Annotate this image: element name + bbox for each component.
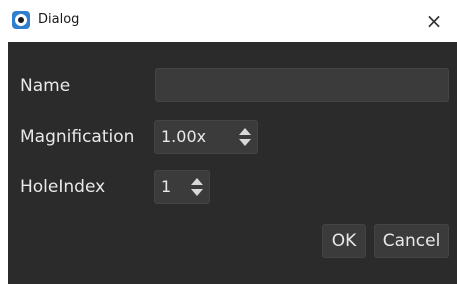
title-bar[interactable]: Dialog × [0,0,457,42]
name-label: Name [20,76,71,96]
close-button[interactable]: × [411,0,457,42]
magnification-label: Magnification [20,127,135,147]
chevron-up-icon [191,178,203,185]
hole-index-increment-button[interactable] [191,177,203,186]
chevron-down-icon [191,189,203,196]
magnification-spinbox[interactable]: 1.00x [154,120,258,154]
chevron-up-icon [239,128,251,135]
window-title: Dialog [38,12,80,27]
hole-index-arrows [191,177,203,197]
dialog-content: Name Magnification 1.00x HoleIndex 1 OK … [8,42,457,284]
magnification-value: 1.00x [161,127,207,146]
app-eye-icon [12,11,30,29]
hole-index-label: HoleIndex [20,177,106,197]
magnification-increment-button[interactable] [239,127,251,136]
close-icon: × [425,9,443,33]
dialog-window: Dialog × Name Magnification 1.00x HoleIn… [0,0,457,284]
magnification-decrement-button[interactable] [239,138,251,147]
hole-index-spinbox[interactable]: 1 [154,170,210,204]
hole-index-decrement-button[interactable] [191,188,203,197]
cancel-button[interactable]: Cancel [374,224,449,258]
hole-index-value: 1 [161,177,172,196]
chevron-down-icon [239,139,251,146]
name-input[interactable] [155,68,449,102]
magnification-arrows [239,127,251,147]
ok-button[interactable]: OK [322,224,366,258]
app-icon-pupil [18,17,24,23]
